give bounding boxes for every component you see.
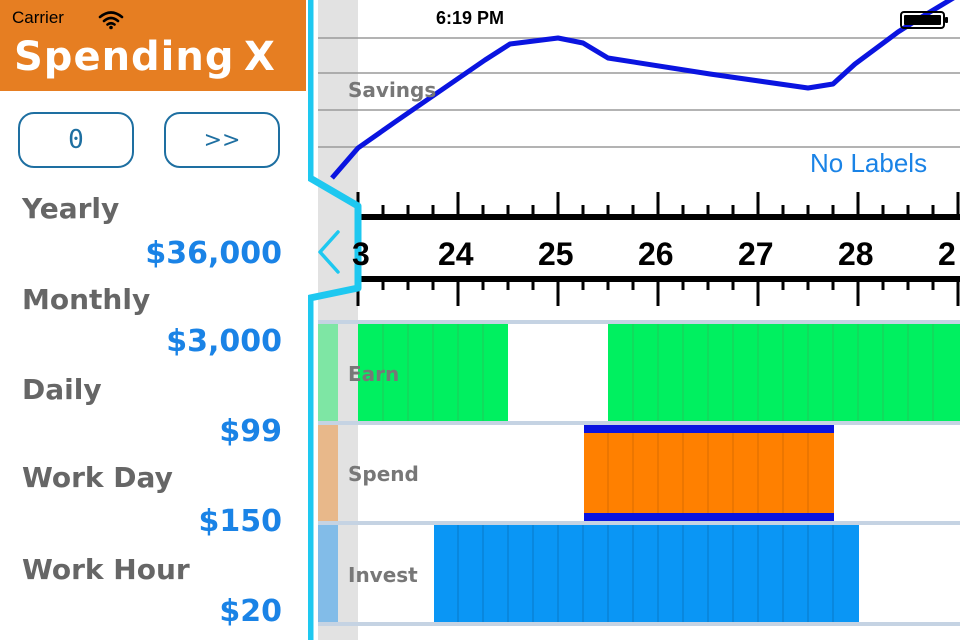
earn-swatch <box>318 324 338 421</box>
battery-icon <box>900 11 948 29</box>
spend-row-label: Spend <box>348 462 419 486</box>
stat-label-monthly: Monthly <box>22 283 151 316</box>
day-label: 26 <box>638 236 674 272</box>
spend-bars[interactable] <box>584 425 834 521</box>
stat-value-monthly: $3,000 <box>166 324 282 359</box>
day-label: 24 <box>438 236 474 272</box>
stat-label-daily: Daily <box>22 373 102 406</box>
stat-value-yearly: $36,000 <box>145 236 282 271</box>
day-label: 25 <box>538 236 574 272</box>
next-button[interactable]: >> <box>164 112 280 168</box>
close-button[interactable]: X <box>244 34 275 80</box>
chevron-left-icon[interactable] <box>308 222 348 282</box>
earn-bars[interactable] <box>358 324 960 421</box>
day-label: 28 <box>838 236 874 272</box>
earn-row-label: Earn <box>348 362 400 386</box>
stat-value-daily: $99 <box>219 414 282 449</box>
day-label: 3 <box>352 236 370 272</box>
spending-panel: Spending X 0 >> Yearly $36,000 Monthly $… <box>0 0 308 640</box>
stat-value-work-day: $150 <box>198 504 283 539</box>
earn-gap <box>508 324 608 421</box>
day-label: 2 <box>938 236 956 272</box>
status-time: 6:19 PM <box>436 8 505 28</box>
zero-button[interactable]: 0 <box>18 112 134 168</box>
wifi-icon <box>98 11 124 30</box>
no-labels-button[interactable]: No Labels <box>810 148 927 179</box>
carrier-label: Carrier <box>12 8 64 27</box>
stat-label-yearly: Yearly <box>22 192 120 225</box>
stat-label-work-day: Work Day <box>22 461 173 494</box>
spend-swatch <box>318 425 338 521</box>
panel-title: Spending <box>14 34 235 80</box>
invest-bars[interactable] <box>434 525 859 622</box>
invest-row-label: Invest <box>348 563 418 587</box>
day-label: 27 <box>738 236 774 272</box>
savings-label: Savings <box>348 78 437 102</box>
invest-swatch <box>318 525 338 622</box>
stat-value-work-hour: $20 <box>219 594 282 629</box>
stat-label-work-hour: Work Hour <box>22 553 190 586</box>
